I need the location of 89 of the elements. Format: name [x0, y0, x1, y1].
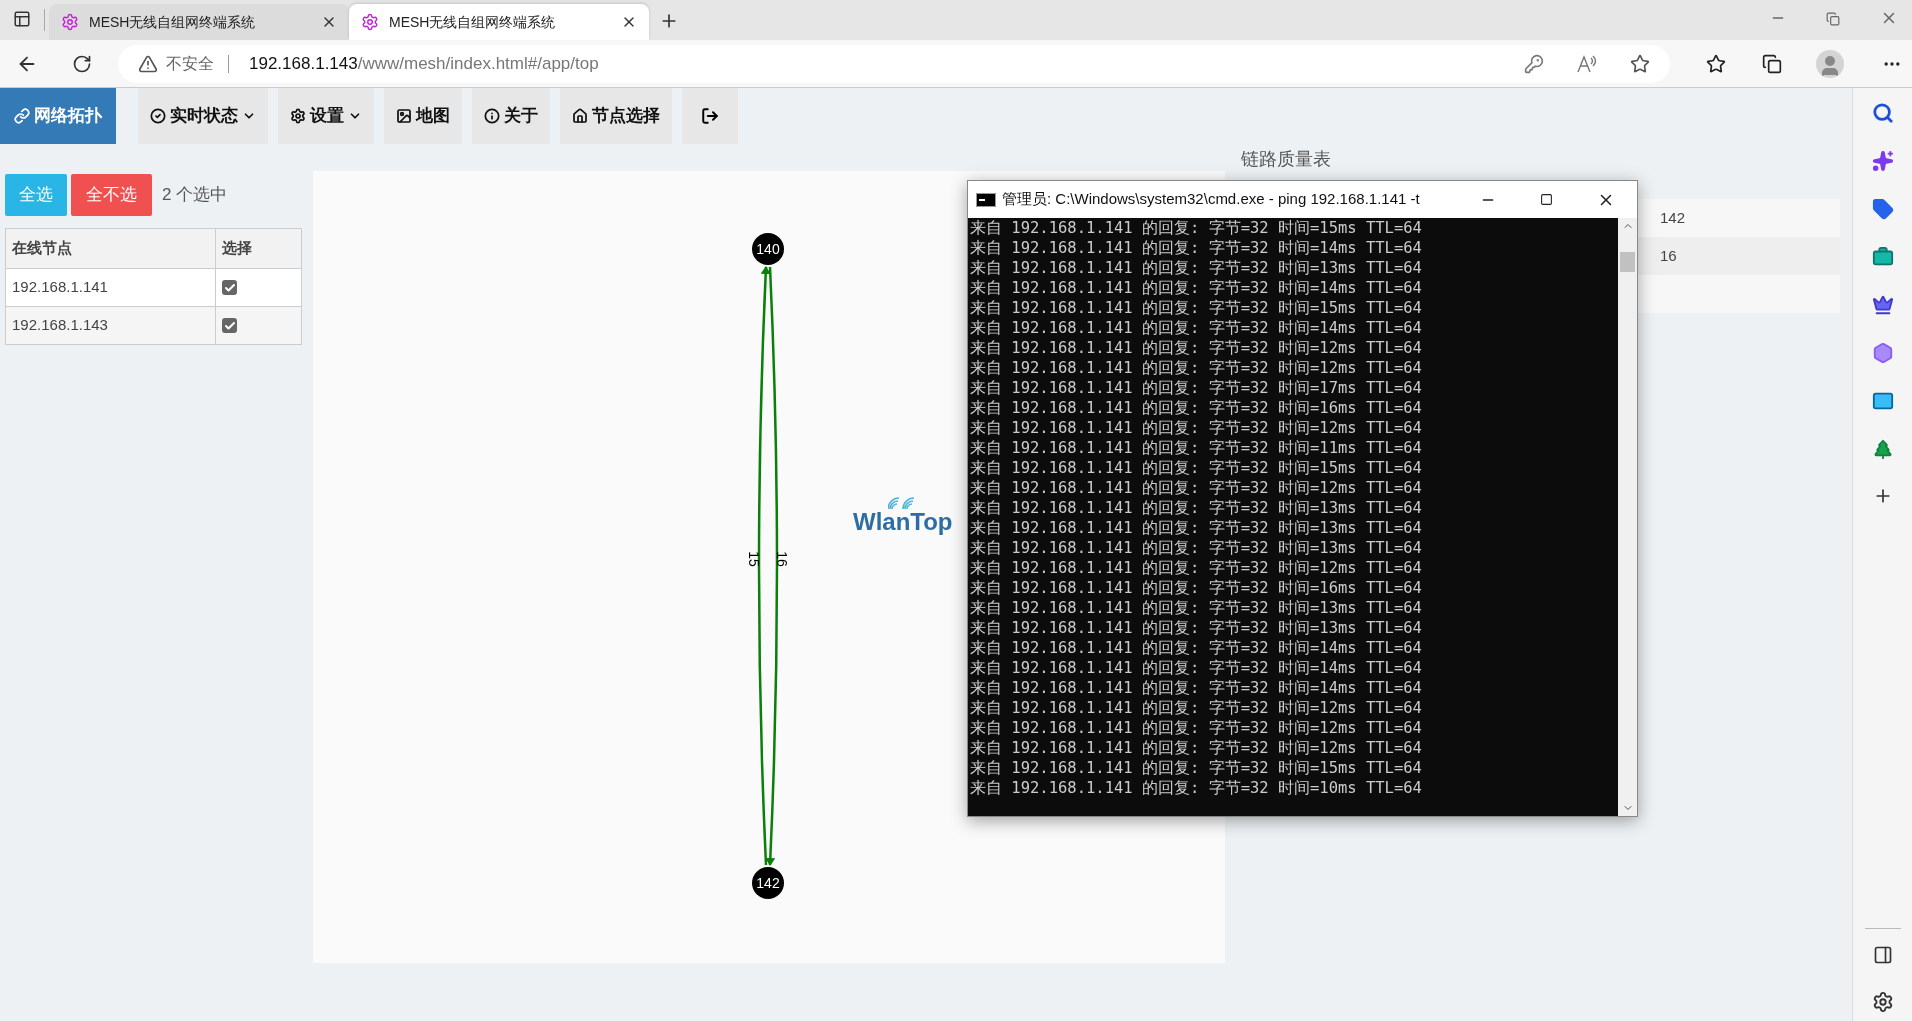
console-line: 来自 192.168.1.141 的回复: 字节=32 时间=15ms TTL=64	[970, 298, 1423, 318]
url-text: 192.168.1.143/www/mesh/index.html#/app/top	[249, 52, 599, 75]
console-line: 来自 192.168.1.141 的回复: 字节=32 时间=17ms TTL=64	[970, 378, 1423, 398]
info-icon	[484, 108, 500, 124]
add-favorite-icon[interactable]	[1630, 53, 1650, 74]
console-line: 来自 192.168.1.141 的回复: 字节=32 时间=14ms TTL=64	[970, 318, 1423, 338]
collections-icon[interactable]	[1762, 53, 1782, 74]
column-header: 在线节点	[5, 228, 216, 269]
tab-title: MESH无线自组网终端系统	[389, 12, 557, 32]
console-line: 来自 192.168.1.141 的回复: 字节=32 时间=15ms TTL=64	[970, 218, 1423, 238]
browser-tab[interactable]: MESH无线自组网终端系统	[349, 4, 649, 40]
gear-icon	[290, 108, 306, 124]
nav-tab[interactable]: 网络拓扑	[0, 88, 116, 144]
console-line: 来自 192.168.1.141 的回复: 字节=32 时间=14ms TTL=64	[970, 678, 1423, 698]
node[interactable]: 142	[752, 867, 784, 899]
console-line: 来自 192.168.1.141 的回复: 字节=32 时间=10ms TTL=64	[970, 778, 1423, 798]
checkbox[interactable]	[222, 280, 237, 295]
console-line: 来自 192.168.1.141 的回复: 字节=32 时间=13ms TTL=64	[970, 618, 1423, 638]
home-icon	[572, 108, 588, 124]
profile-avatar[interactable]	[1816, 49, 1844, 78]
checkbox[interactable]	[222, 318, 237, 333]
address-bar[interactable]: 不安全 192.168.1.143/www/mesh/index.html#/app/top	[118, 44, 1670, 83]
console-line: 来自 192.168.1.141 的回复: 字节=32 时间=16ms TTL=64	[970, 578, 1423, 598]
browser-tab[interactable]: MESH无线自组网终端系统	[49, 4, 349, 40]
console-line: 来自 192.168.1.141 的回复: 字节=32 时间=14ms TTL=64	[970, 238, 1423, 258]
favorites-icon[interactable]	[1706, 53, 1726, 74]
restore-icon[interactable]	[1826, 12, 1840, 26]
console-line: 来自 192.168.1.141 的回复: 字节=32 时间=14ms TTL=64	[970, 278, 1423, 298]
nav-tab[interactable]: 节点选择	[560, 88, 672, 144]
console-line: 来自 192.168.1.141 的回复: 字节=32 时间=12ms TTL=64	[970, 418, 1423, 438]
logout-icon	[701, 107, 719, 125]
table-cell-text: 142	[1660, 207, 1686, 228]
table-title: 链路质量表	[1241, 148, 1332, 171]
link-label: 16	[774, 551, 790, 567]
console-line: 来自 192.168.1.141 的回复: 字节=32 时间=12ms TTL=64	[970, 558, 1423, 578]
select-none-button[interactable]: 全不选	[71, 174, 152, 216]
console-line: 来自 192.168.1.141 的回复: 字节=32 时间=11ms TTL=64	[970, 438, 1423, 458]
maximize-icon[interactable]	[1540, 193, 1553, 206]
logo-text: WlanTop	[853, 510, 953, 534]
console-line: 来自 192.168.1.141 的回复: 字节=32 时间=16ms TTL=64	[970, 398, 1423, 418]
console-icon	[976, 192, 996, 207]
nav-tab[interactable]: 地图	[384, 88, 462, 144]
column-header: 选择	[215, 228, 302, 269]
window-title: 管理员: C:\Windows\system32\cmd.exe - ping 192.168.1.141 -t	[1002, 189, 1421, 210]
hexagon-icon[interactable]	[1871, 342, 1894, 364]
console-line: 来自 192.168.1.141 的回复: 字节=32 时间=12ms TTL=64	[970, 338, 1423, 358]
console-line: 来自 192.168.1.141 的回复: 字节=32 时间=12ms TTL=64	[970, 698, 1423, 718]
check-circle-icon	[150, 108, 166, 124]
table-cell: 192.168.1.141	[5, 268, 216, 307]
settings-icon[interactable]	[1871, 991, 1894, 1013]
nav-tab[interactable]: 设置	[278, 88, 374, 144]
console-line: 来自 192.168.1.141 的回复: 字节=32 时间=13ms TTL=64	[970, 598, 1423, 618]
warning-icon	[138, 53, 158, 74]
node[interactable]: 140	[752, 233, 784, 265]
tag-icon[interactable]	[1871, 198, 1894, 220]
reload-icon[interactable]	[72, 53, 92, 74]
console-line: 来自 192.168.1.141 的回复: 字节=32 时间=14ms TTL=64	[970, 638, 1423, 658]
link-icon	[14, 108, 30, 124]
console-line: 来自 192.168.1.141 的回复: 字节=32 时间=13ms TTL=64	[970, 498, 1423, 518]
console-line: 来自 192.168.1.141 的回复: 字节=32 时间=12ms TTL=64	[970, 478, 1423, 498]
sparkle-icon[interactable]	[1871, 150, 1894, 172]
hide-sidebar-icon[interactable]	[1872, 945, 1893, 965]
nav-tab[interactable]: 实时状态	[138, 88, 268, 144]
console-line: 来自 192.168.1.141 的回复: 字节=32 时间=12ms TTL=64	[970, 718, 1423, 738]
console-line: 来自 192.168.1.141 的回复: 字节=32 时间=12ms TTL=64	[970, 358, 1423, 378]
scrollbar-thumb[interactable]	[1620, 252, 1635, 272]
console-line: 来自 192.168.1.141 的回复: 字节=32 时间=13ms TTL=64	[970, 538, 1423, 558]
link-label: 15	[746, 551, 762, 567]
gear-icon	[361, 13, 379, 31]
selected-count: 2 个选中	[162, 184, 228, 207]
table-cell-text: 16	[1660, 245, 1677, 266]
console-line: 来自 192.168.1.141 的回复: 字节=32 时间=15ms TTL=64	[970, 458, 1423, 478]
console-line: 来自 192.168.1.141 的回复: 字节=32 时间=14ms TTL=64	[970, 658, 1423, 678]
console-line: 来自 192.168.1.141 的回复: 字节=32 时间=15ms TTL=64	[970, 758, 1423, 778]
table-cell: 192.168.1.143	[5, 306, 216, 345]
nav-tab[interactable]: 关于	[472, 88, 550, 144]
security-label: 不安全	[166, 53, 214, 74]
console-line: 来自 192.168.1.141 的回复: 字节=32 时间=13ms TTL=64	[970, 518, 1423, 538]
console-line: 来自 192.168.1.141 的回复: 字节=32 时间=13ms TTL=64	[970, 258, 1423, 278]
gear-icon	[61, 13, 79, 31]
logout-button[interactable]	[682, 88, 738, 144]
tab-actions-icon[interactable]	[13, 10, 31, 28]
tab-title: MESH无线自组网终端系统	[89, 12, 257, 32]
scrollbar[interactable]	[1618, 218, 1637, 816]
console-line: 来自 192.168.1.141 的回复: 字节=32 时间=12ms TTL=64	[970, 738, 1423, 758]
image-icon	[396, 108, 412, 124]
toolbox-icon[interactable]	[1871, 246, 1894, 268]
key-icon[interactable]	[1524, 53, 1544, 74]
search-icon[interactable]	[1871, 102, 1894, 124]
